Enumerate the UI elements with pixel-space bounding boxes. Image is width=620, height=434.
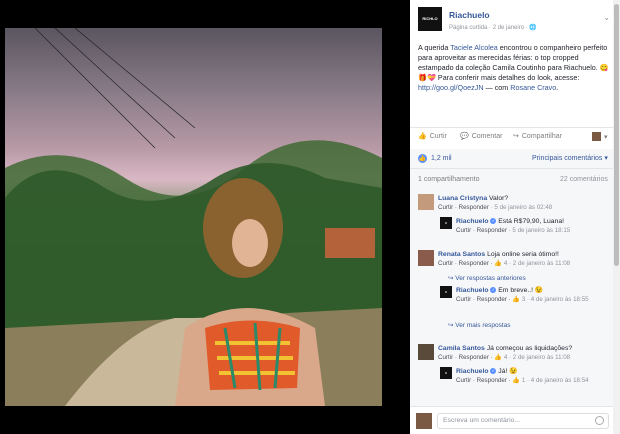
comment-meta: Curtir · Responder · 5 de janeiro às 18:… <box>456 227 570 234</box>
comment-author[interactable]: Riachuelo <box>456 218 488 225</box>
like-badge-icon: 👍 <box>418 154 427 163</box>
scrollbar[interactable] <box>613 0 620 434</box>
comment-date: · 5 de janeiro às 18:15 <box>506 227 571 234</box>
comments-count: 22 comentários <box>560 176 608 183</box>
photo-stage <box>0 0 410 434</box>
comment-date: · 4 de janeiro às 18:55 <box>525 296 589 303</box>
view-more-replies-link[interactable]: ↪ Ver mais respostas <box>448 321 511 329</box>
share-button[interactable]: ↪ Compartilhar <box>513 132 562 141</box>
comment-author[interactable]: Luana Cristyna <box>438 195 487 202</box>
shares-count[interactable]: 1 compartilhamento <box>418 176 479 183</box>
post-url-link[interactable]: http://goo.gl/QoezJN <box>418 83 484 92</box>
photo-viewer: RICHLO Riachuelo Página curtida · 2 de j… <box>0 0 620 434</box>
post-text-part: A querida <box>418 43 451 52</box>
comment-date: · 2 de janeiro às 11:08 <box>507 354 571 361</box>
comment: Renata Santos Loja online seria ótimo!! … <box>438 250 620 268</box>
comment-text: Está R$79,90, Luana! <box>496 218 565 225</box>
comment-date: · 5 de janeiro às 02:48 <box>488 204 553 211</box>
like-label: Curtir <box>429 132 447 140</box>
share-icon: ↪ <box>513 133 519 140</box>
likes-summary[interactable]: 👍 1,2 mil <box>418 154 452 163</box>
comment-label: Comentar <box>471 132 503 140</box>
post-text-part: — com <box>483 83 511 92</box>
mention-link[interactable]: Taciele Alcolea <box>450 43 498 52</box>
page-logo[interactable]: RICHLO <box>418 7 442 31</box>
comment-reply: Riachuelo ✓ Em breve..! 😉 Curtir · Respo… <box>456 286 606 304</box>
avatar[interactable] <box>418 344 434 360</box>
comment-likes[interactable]: 👍 4 <box>494 260 507 267</box>
avatar[interactable]: R <box>440 367 452 379</box>
caret-down-icon: ▾ <box>604 133 608 141</box>
comment: Luana Cristyna Valor? Curtir · Responder… <box>438 194 620 212</box>
thumbs-up-icon: 👍 <box>418 133 427 140</box>
post-meta-text: Página curtida · 2 de janeiro · <box>449 25 528 31</box>
post-text: A querida Taciele Alcolea encontrou o co… <box>418 43 610 93</box>
post-text-part: . <box>556 83 559 92</box>
divider <box>410 127 613 128</box>
comment-author[interactable]: Camila Santos <box>438 345 485 352</box>
likes-count: 1,2 mil <box>431 155 452 162</box>
view-previous-replies-link[interactable]: ↪ Ver respostas anteriores <box>448 274 526 282</box>
comment-actions[interactable]: Curtir · Responder · <box>456 296 512 303</box>
mention-link[interactable]: Rosane Cravo <box>510 83 556 92</box>
comment-author[interactable]: Riachuelo <box>456 287 488 294</box>
comment-author[interactable]: Renata Santos <box>438 251 485 258</box>
post-actions: 👍 Curtir 💬 Comentar ↪ Compartilhar ▾ <box>418 130 613 144</box>
comment-actions[interactable]: Curtir · Responder · <box>438 354 494 361</box>
comment-meta: Curtir · Responder · 👍 4 · 2 de janeiro … <box>438 260 570 267</box>
post-header: RICHLO Riachuelo Página curtida · 2 de j… <box>418 7 610 37</box>
comment-date: · 2 de janeiro às 11:08 <box>507 260 571 267</box>
comment-input[interactable]: Escreva um comentário... <box>437 413 609 429</box>
comment-likes[interactable]: 👍 4 <box>494 354 507 361</box>
comment-likes[interactable]: 👍 3 <box>512 296 525 303</box>
post-photo[interactable] <box>5 28 382 406</box>
avatar[interactable] <box>418 250 434 266</box>
comment-actions[interactable]: Curtir · Responder · <box>438 260 494 267</box>
scroll-thumb[interactable] <box>614 4 619 266</box>
post-meta: Página curtida · 2 de janeiro · 🌐 <box>449 24 537 31</box>
share-label: Compartilhar <box>521 132 562 140</box>
comment-input-placeholder: Escreva um comentário... <box>443 417 521 424</box>
comment-meta: Curtir · Responder · 👍 3 · 4 de janeiro … <box>456 296 589 303</box>
comments-list: Luana Cristyna Valor? Curtir · Responder… <box>410 186 613 406</box>
comment-reply: Riachuelo ✓ Já! 😉 Curtir · Responder · 👍… <box>456 367 606 385</box>
comment-meta: Curtir · Responder · 👍 4 · 2 de janeiro … <box>438 354 570 361</box>
avatar[interactable]: R <box>440 217 452 229</box>
photo-scene <box>5 28 382 406</box>
avatar <box>416 413 432 429</box>
comment-text: Valor? <box>487 195 509 202</box>
emoji-icon[interactable] <box>595 416 604 425</box>
avatar[interactable] <box>418 194 434 210</box>
comment-actions[interactable]: Curtir · Responder <box>438 204 489 211</box>
post-side-panel: RICHLO Riachuelo Página curtida · 2 de j… <box>410 0 620 434</box>
page-name[interactable]: Riachuelo <box>449 10 490 20</box>
write-comment-box: Escreva um comentário... <box>410 406 613 434</box>
comment-meta: Curtir · Responder · 👍 1 · 4 de janeiro … <box>456 377 589 384</box>
audience-selector[interactable]: ▾ <box>592 132 608 141</box>
comment-text: Loja online seria ótimo!! <box>485 251 559 258</box>
comment-author[interactable]: Riachuelo <box>456 368 488 375</box>
comment-text: Já! 😉 <box>496 368 518 375</box>
comment-icon: 💬 <box>460 133 469 140</box>
comment-actions[interactable]: Curtir · Responder · <box>456 377 512 384</box>
comment-text: Já começou as liquidações? <box>484 345 573 352</box>
avatar <box>592 132 601 141</box>
comment-text: Em breve..! 😉 <box>496 287 544 294</box>
chevron-down-icon[interactable]: ⌄ <box>603 13 610 22</box>
comment-actions[interactable]: Curtir · Responder <box>456 227 507 234</box>
comment-reply: Riachuelo ✓ Está R$79,90, Luana! Curtir … <box>456 217 606 235</box>
globe-icon: 🌐 <box>529 25 537 31</box>
comment-date: · 4 de janeiro às 18:54 <box>525 377 589 384</box>
comment-button[interactable]: 💬 Comentar <box>460 132 503 141</box>
like-button[interactable]: 👍 Curtir <box>418 132 447 141</box>
avatar[interactable]: R <box>440 286 452 298</box>
comment-likes[interactable]: 👍 1 <box>512 377 525 384</box>
comment-meta: Curtir · Responder · 5 de janeiro às 02:… <box>438 204 552 211</box>
comment: Camila Santos Já começou as liquidações?… <box>438 344 620 362</box>
divider <box>410 168 613 169</box>
comment-sort-dropdown[interactable]: Principais comentários ▾ <box>532 154 608 162</box>
